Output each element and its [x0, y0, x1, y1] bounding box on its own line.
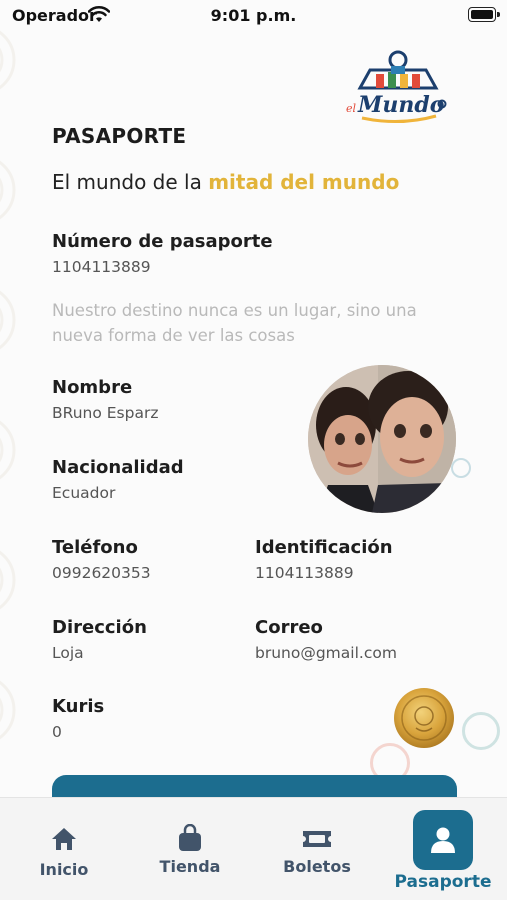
kuris-value: 0	[52, 723, 62, 741]
kuris-label: Kuris	[52, 696, 105, 717]
svg-text:Mundo: Mundo	[357, 92, 444, 118]
svg-text:el: el	[346, 102, 357, 115]
tab-label-tienda: Tienda	[159, 857, 221, 876]
nationality-label: Nacionalidad	[52, 457, 184, 478]
tab-tienda[interactable]: Tienda	[140, 798, 240, 900]
quote-text: Nuestro destino nunca es un lugar, sino …	[52, 301, 417, 345]
battery-icon	[468, 7, 500, 22]
identification-value: 1104113889	[255, 564, 354, 582]
decorative-ring	[451, 458, 471, 478]
bottom-tab-bar: Inicio Tienda Boletos Pasaporte	[0, 797, 507, 900]
tab-label-boletos: Boletos	[283, 857, 351, 876]
decorative-ring	[462, 712, 500, 750]
name-label: Nombre	[52, 377, 133, 398]
email-value: bruno@gmail.com	[255, 644, 397, 662]
passport-number-value: 1104113889	[52, 258, 151, 276]
phone-label: Teléfono	[52, 537, 138, 558]
avatar	[308, 365, 456, 513]
avatar-photo	[308, 365, 456, 513]
name-value: BRuno Esparz	[52, 404, 159, 422]
bag-icon	[179, 824, 201, 851]
phone-value: 0992620353	[52, 564, 151, 582]
decorative-pattern	[0, 30, 16, 740]
tab-label-inicio: Inicio	[39, 860, 89, 879]
nationality-value: Ecuador	[52, 484, 116, 502]
page-subtitle: El mundo de la mitad del mundo	[52, 170, 399, 194]
ticket-icon	[303, 831, 331, 847]
passport-screen: Operador 9:01 p.m. el Mundo PASAPORTE El…	[0, 0, 507, 900]
email-label: Correo	[255, 617, 323, 638]
address-label: Dirección	[52, 617, 147, 638]
home-icon	[52, 828, 76, 850]
passport-number-label: Número de pasaporte	[52, 231, 273, 252]
tab-inicio[interactable]: Inicio	[14, 798, 114, 900]
kuris-coin-icon	[394, 688, 454, 748]
status-bar: Operador 9:01 p.m.	[0, 0, 507, 32]
subtitle-highlight: mitad del mundo	[208, 170, 400, 194]
identification-label: Identificación	[255, 537, 393, 558]
clock: 9:01 p.m.	[210, 6, 297, 25]
page-title: PASAPORTE	[52, 124, 187, 148]
tab-label-pasaporte: Pasaporte	[394, 872, 492, 892]
active-tab-indicator	[413, 810, 473, 870]
subtitle-prefix: El mundo de la	[52, 170, 209, 194]
el-mundo-logo: el Mundo	[346, 50, 447, 124]
user-icon	[431, 827, 455, 853]
tab-boletos[interactable]: Boletos	[267, 798, 367, 900]
address-value: Loja	[52, 644, 84, 662]
tab-pasaporte[interactable]: Pasaporte	[393, 798, 493, 900]
